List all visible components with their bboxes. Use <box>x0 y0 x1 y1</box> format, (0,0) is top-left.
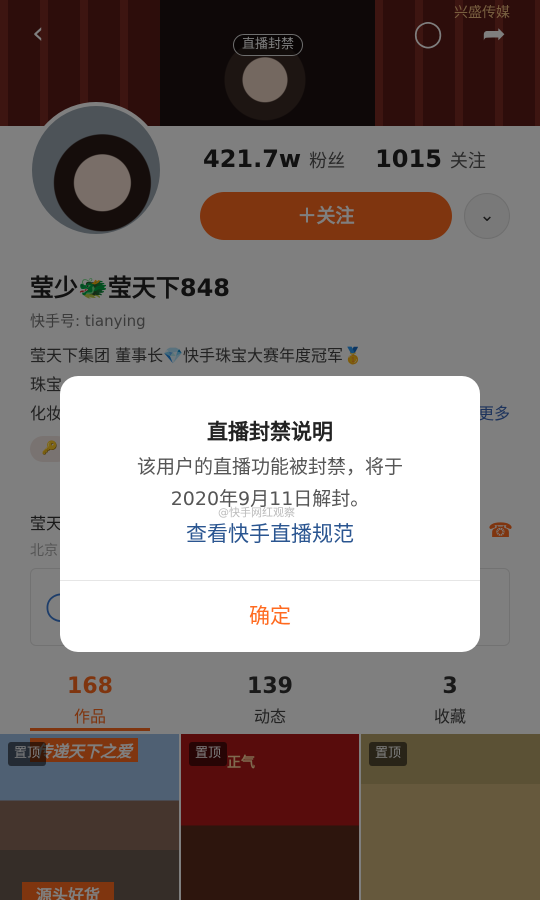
confirm-button[interactable]: 确定 <box>60 581 480 652</box>
dialog-body-line-1: 该用户的直播功能被封禁，将于 <box>136 456 403 478</box>
image-watermark: @快手网红观察 <box>218 506 295 519</box>
dialog-title: 直播封禁说明 <box>207 420 333 444</box>
view-live-rules-link[interactable]: 查看快手直播规范 <box>60 518 480 548</box>
